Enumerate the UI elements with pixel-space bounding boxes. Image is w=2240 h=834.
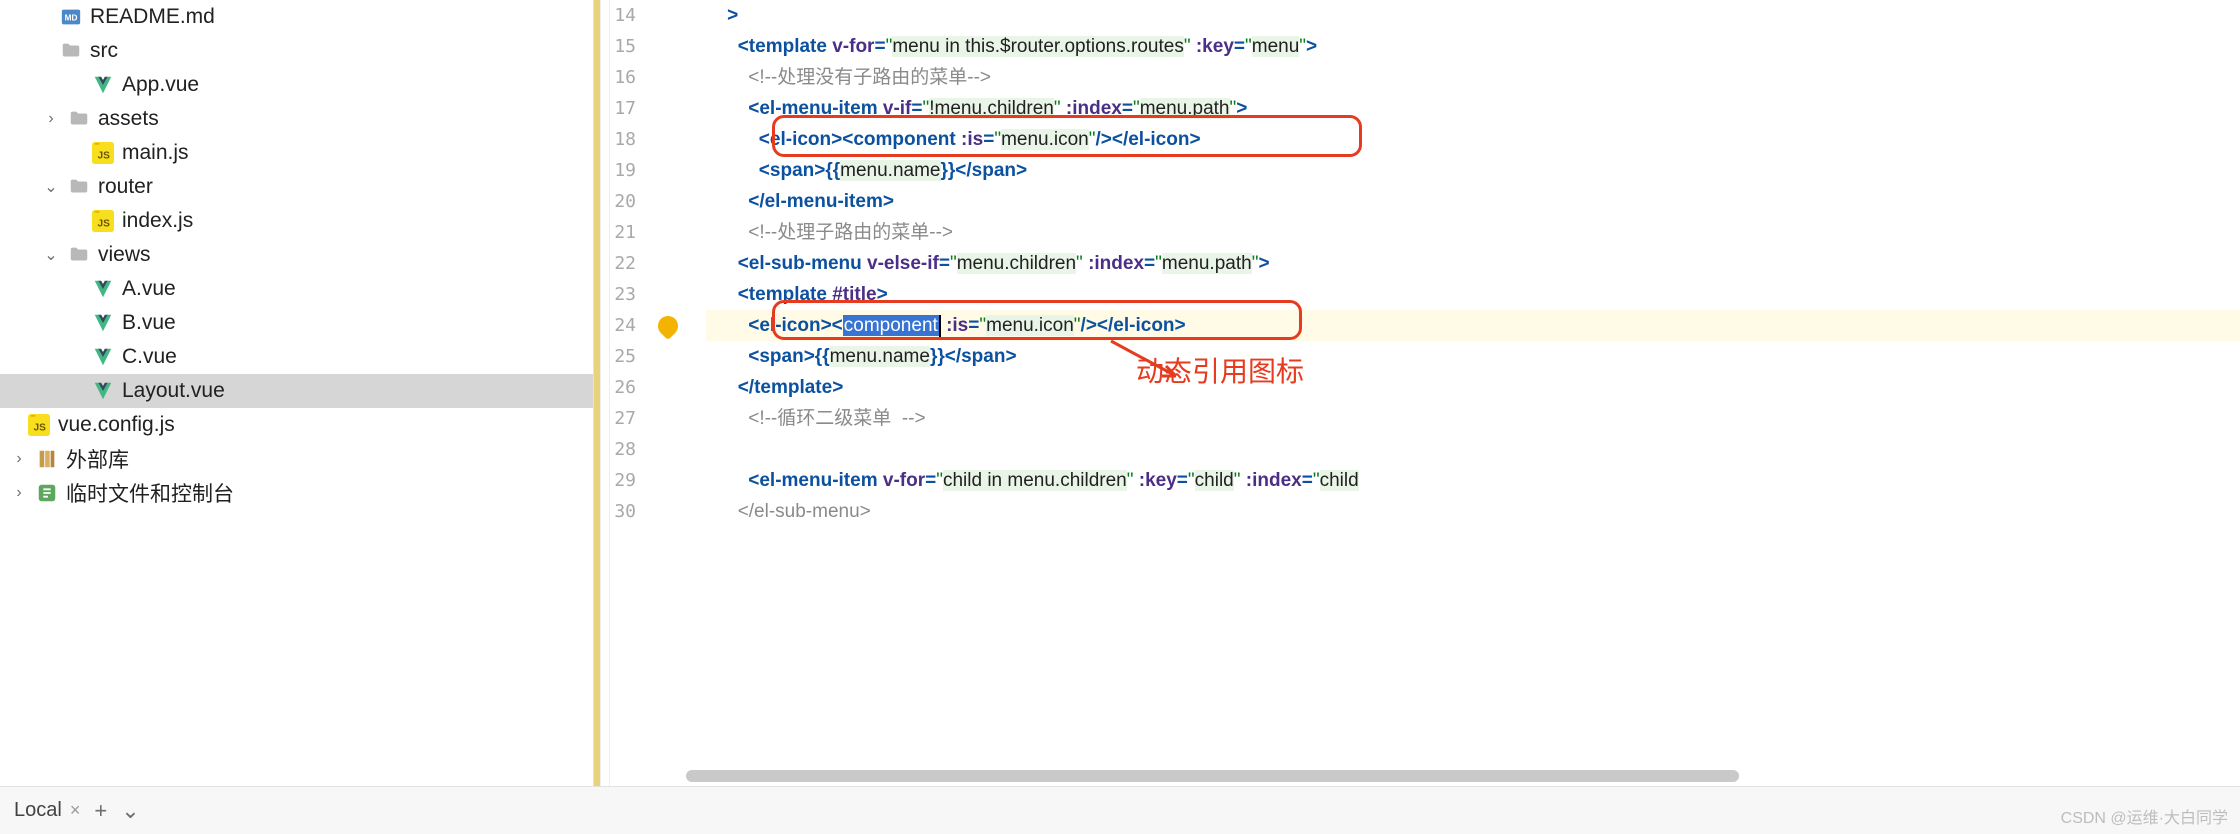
scratch-file-icon [36,482,58,504]
code-line-16[interactable]: <!--处理没有子路由的菜单--> [706,62,2240,93]
tree-item-index-js[interactable]: JS index.js [0,204,593,238]
vue-file-icon [92,278,114,300]
tree-item-label: assets [98,107,159,131]
tree-item-label: C.vue [122,345,177,369]
chevron-right-icon[interactable]: › [42,110,60,128]
tree-item-vue-config-js[interactable]: JS vue.config.js [0,408,593,442]
code-content[interactable]: > <template v-for="menu in this.$router.… [686,0,2240,547]
terminal-tabs: Local × + ⌄ [0,786,2240,834]
watermark: CSDN @运维·大白同学 [2061,804,2228,828]
tree-item-assets[interactable]: › assets [0,102,593,136]
tree-item-b-vue[interactable]: B.vue [0,306,593,340]
md-file-icon: MD [60,6,82,28]
tree-item--[interactable]: › 外部库 [0,442,593,476]
code-line-17[interactable]: <el-menu-item v-if="!menu.children" :ind… [706,93,2240,124]
tree-item-label: README.md [90,5,215,29]
code-line-27[interactable]: <!--循环二级菜单 --> [706,403,2240,434]
annotation-text: 动态引用图标 [1136,350,1304,390]
tree-item-label: views [98,243,151,267]
svg-text:MD: MD [65,14,78,23]
tree-item-label: vue.config.js [58,413,175,437]
vcs-change-stripe [594,0,600,786]
code-line-25[interactable]: <span>{{menu.name}}</span> [706,341,2240,372]
svg-text:JS: JS [98,151,111,162]
file-tree[interactable]: MD README.md srcApp.vue › assets JS main.js ⌄ ro… [0,0,594,786]
code-line-26[interactable]: </template> [706,372,2240,403]
vue-file-icon [92,346,114,368]
tree-item-label: src [90,39,118,63]
tree-item-c-vue[interactable]: C.vue [0,340,593,374]
tree-item-app-vue[interactable]: App.vue [0,68,593,102]
close-tab-icon[interactable]: × [70,800,81,821]
tree-item-views[interactable]: ⌄ views [0,238,593,272]
tree-item-router[interactable]: ⌄ router [0,170,593,204]
svg-text:JS: JS [98,219,111,230]
tree-item-label: main.js [122,141,189,165]
tree-item-label: Layout.vue [122,379,225,403]
js-file-icon: JS [28,414,50,436]
js-file-icon: JS [92,142,114,164]
code-line-19[interactable]: <span>{{menu.name}}</span> [706,155,2240,186]
code-line-15[interactable]: <template v-for="menu in this.$router.op… [706,31,2240,62]
code-line-23[interactable]: <template #title> [706,279,2240,310]
tree-item-label: router [98,175,153,199]
tree-item-label: App.vue [122,73,199,97]
tree-item-label: A.vue [122,277,176,301]
tree-item-main-js[interactable]: JS main.js [0,136,593,170]
svg-text:JS: JS [34,423,47,434]
code-line-14[interactable]: > [706,0,2240,31]
chevron-right-icon[interactable]: › [10,484,28,502]
gutter-icons [650,0,686,786]
folder-file-icon [60,40,82,62]
chevron-right-icon[interactable]: › [10,450,28,468]
tree-item-a-vue[interactable]: A.vue [0,272,593,306]
folder-file-icon [68,108,90,130]
tree-item-label: 外部库 [66,444,129,474]
vue-file-icon [92,74,114,96]
intention-bulb-icon[interactable] [650,310,686,341]
code-line-18[interactable]: <el-icon><component :is="menu.icon"/></e… [706,124,2240,155]
chevron-down-icon[interactable]: ⌄ [42,177,60,197]
vue-file-icon [92,380,114,402]
vue-file-icon [92,312,114,334]
tab-menu-icon[interactable]: ⌄ [121,798,139,824]
add-tab-icon[interactable]: + [94,798,107,824]
tree-item-layout-vue[interactable]: Layout.vue [0,374,593,408]
tree-item-label: B.vue [122,311,176,335]
tree-item-label: 临时文件和控制台 [66,478,234,508]
code-line-29[interactable]: <el-menu-item v-for="child in menu.child… [706,465,2240,496]
code-line-28[interactable] [706,434,2240,465]
terminal-tab-local[interactable]: Local [14,799,62,822]
tree-item-readme-md[interactable]: MD README.md [0,0,593,34]
tree-item--[interactable]: › 临时文件和控制台 [0,476,593,510]
tree-item-label: index.js [122,209,193,233]
js-file-icon: JS [92,210,114,232]
code-line-22[interactable]: <el-sub-menu v-else-if="menu.children" :… [706,248,2240,279]
horizontal-scrollbar[interactable] [686,770,2234,784]
tree-item-src[interactable]: src [0,34,593,68]
code-line-30[interactable]: </el-sub-menu> [706,496,2240,527]
code-line-20[interactable]: </el-menu-item> [706,186,2240,217]
code-editor[interactable]: 1415161718192021222324252627282930 > <te… [594,0,2240,786]
lib-file-icon [36,448,58,470]
code-line-24[interactable]: <el-icon><component :is="menu.icon"/></e… [706,310,2240,341]
folder-file-icon [68,244,90,266]
chevron-down-icon[interactable]: ⌄ [42,245,60,265]
code-line-21[interactable]: <!--处理子路由的菜单--> [706,217,2240,248]
folder-file-icon [68,176,90,198]
